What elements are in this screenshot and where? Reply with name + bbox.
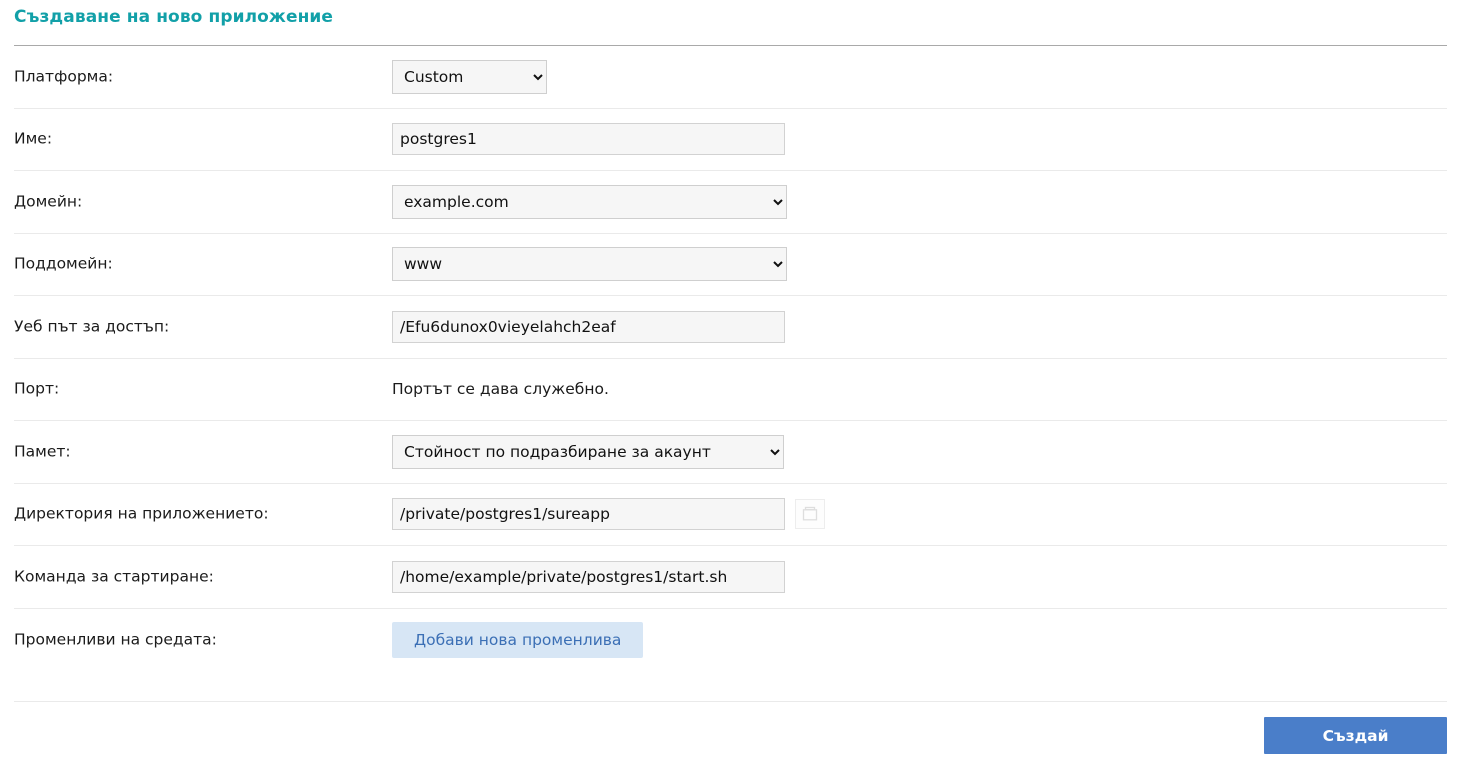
add-env-variable-button[interactable]: Добави нова променлива — [392, 621, 644, 658]
create-application-page: Създаване на ново приложение Платформа: … — [0, 0, 1460, 770]
subdomain-select[interactable]: www — [392, 247, 787, 282]
app-directory-input[interactable] — [392, 498, 785, 531]
form-row-memory: Памет: Стойност по подразбиране за акаун… — [14, 421, 1447, 484]
name-input[interactable] — [392, 123, 785, 156]
platform-select[interactable]: Custom — [392, 59, 547, 94]
field-name — [392, 123, 785, 156]
field-domain: example.com — [392, 184, 787, 219]
label-name: Име: — [14, 129, 53, 148]
browse-directory-button[interactable] — [795, 499, 825, 530]
form-row-web-path: Уеб път за достъп: — [14, 296, 1447, 359]
port-note: Портът се дава служебно. — [392, 380, 609, 399]
domain-select[interactable]: example.com — [392, 184, 787, 219]
form-row-platform: Платформа: Custom — [14, 46, 1447, 109]
field-subdomain: www — [392, 247, 787, 282]
start-command-input[interactable] — [392, 560, 785, 593]
field-env-vars: Добави нова променлива — [392, 621, 644, 658]
form-row-subdomain: Поддомейн: www — [14, 234, 1447, 296]
label-memory: Памет: — [14, 442, 71, 460]
label-domain: Домейн: — [14, 192, 83, 210]
label-env-vars: Променливи на средата: — [14, 630, 217, 648]
label-port: Порт: — [14, 379, 60, 398]
label-app-directory: Директория на приложението: — [14, 504, 269, 523]
form-footer: Създай — [14, 701, 1447, 770]
field-port: Портът се дава служебно. — [392, 380, 609, 398]
field-web-path — [392, 310, 785, 343]
form-row-start-command: Команда за стартиране: — [14, 546, 1447, 609]
footer-divider — [14, 701, 1447, 702]
label-web-path: Уеб път за достъп: — [14, 317, 170, 335]
field-memory: Стойност по подразбиране за акаунт — [392, 434, 784, 469]
form-row-app-directory: Директория на приложението: — [14, 484, 1447, 546]
label-subdomain: Поддомейн: — [14, 254, 113, 273]
field-platform: Custom — [392, 59, 547, 94]
label-start-command: Команда за стартиране: — [14, 567, 214, 585]
create-button[interactable]: Създай — [1264, 717, 1447, 754]
field-start-command — [392, 560, 785, 593]
field-app-directory — [392, 498, 825, 531]
label-platform: Платформа: — [14, 67, 114, 85]
form-row-port: Порт: Портът се дава служебно. — [14, 359, 1447, 421]
form-row-domain: Домейн: example.com — [14, 171, 1447, 234]
folder-icon — [801, 505, 819, 523]
memory-select[interactable]: Стойност по подразбиране за акаунт — [392, 434, 784, 469]
web-path-input[interactable] — [392, 310, 785, 343]
page-title: Създаване на ново приложение — [14, 7, 334, 27]
form-row-name: Име: — [14, 109, 1447, 171]
create-application-form: Платформа: Custom Име: Домейн: example.c… — [14, 46, 1447, 671]
form-row-env-vars: Променливи на средата: Добави нова проме… — [14, 609, 1447, 672]
